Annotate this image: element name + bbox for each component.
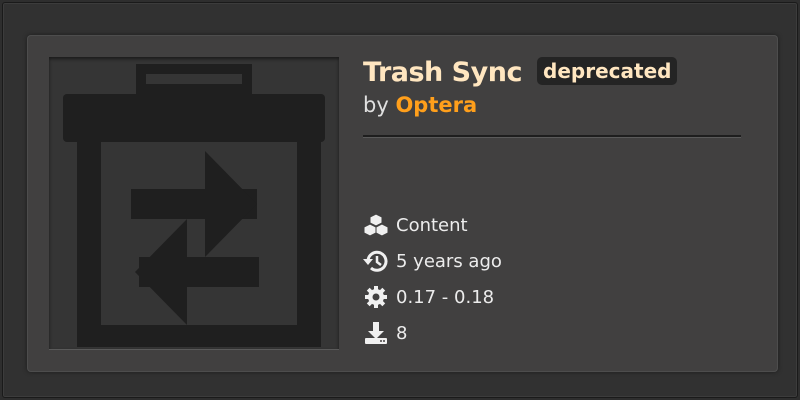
- gear-icon: [363, 284, 389, 310]
- updated-text: 5 years ago: [396, 250, 502, 272]
- trash-sync-icon: [63, 64, 325, 347]
- mod-card[interactable]: Trash Sync deprecated by Optera Content …: [27, 35, 778, 372]
- byline: by Optera: [363, 93, 477, 117]
- downloads-text: 8: [396, 322, 408, 344]
- versions-text: 0.17 - 0.18: [396, 286, 495, 308]
- cubes-icon: [363, 212, 389, 238]
- author-link[interactable]: Optera: [395, 93, 477, 117]
- versions-row: 0.17 - 0.18: [363, 279, 502, 315]
- by-prefix: by: [363, 93, 389, 117]
- mod-title[interactable]: Trash Sync: [363, 57, 522, 88]
- history-icon: [363, 248, 389, 274]
- title-row: Trash Sync deprecated: [363, 57, 678, 93]
- updated-row: 5 years ago: [363, 243, 502, 279]
- page-frame: Trash Sync deprecated by Optera Content …: [2, 2, 798, 398]
- category-row: Content: [363, 207, 502, 243]
- mod-thumbnail[interactable]: [49, 57, 339, 349]
- downloads-row: 8: [363, 315, 502, 351]
- download-icon: [363, 320, 389, 346]
- divider: [363, 135, 741, 137]
- mod-meta-list: Content 5 years ago 0.17 - 0.18 8: [363, 207, 502, 351]
- category-text: Content: [396, 214, 468, 236]
- status-badge: deprecated: [537, 57, 678, 85]
